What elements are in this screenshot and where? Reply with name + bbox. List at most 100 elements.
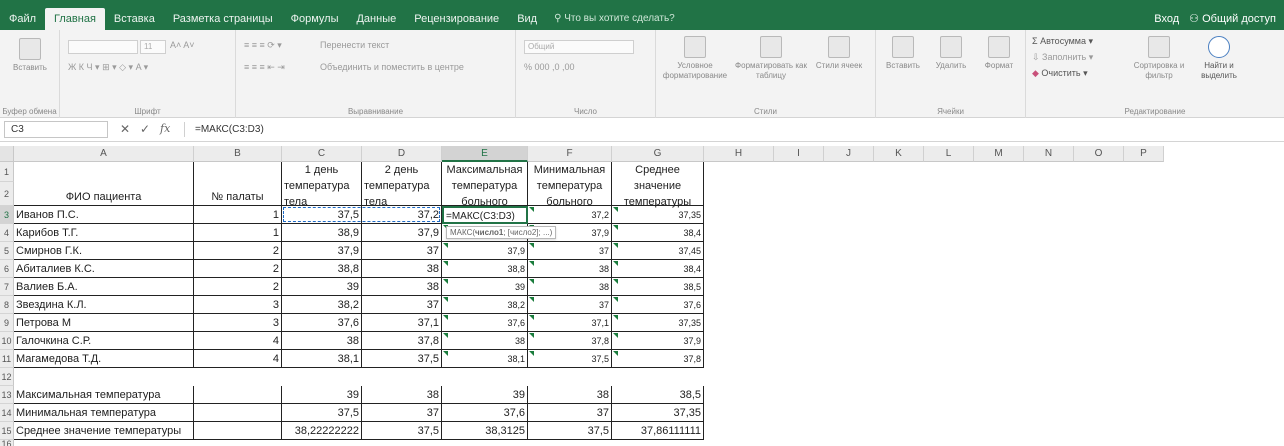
summary-label-cell[interactable]: Максимальная температура	[14, 386, 194, 404]
select-all-corner[interactable]	[0, 146, 14, 162]
font-size-select[interactable]: 11	[140, 40, 166, 54]
min-temp-cell[interactable]: 37	[528, 296, 612, 314]
ward-cell[interactable]: 4	[194, 332, 282, 350]
ward-cell[interactable]: 1	[194, 224, 282, 242]
column-header-d[interactable]: D	[362, 146, 442, 162]
day2-temp-cell[interactable]: 37	[362, 296, 442, 314]
sort-filter-button[interactable]: Сортировка и фильтр	[1130, 36, 1188, 81]
header-cell-f[interactable]: Минимальная температура больного	[528, 162, 612, 208]
summary-g-cell[interactable]: 37,35	[612, 404, 704, 422]
summary-empty-cell[interactable]	[194, 422, 282, 440]
day2-temp-cell[interactable]: 38	[362, 260, 442, 278]
summary-empty-cell[interactable]	[194, 404, 282, 422]
patient-name-cell[interactable]: Петрова М	[14, 314, 194, 332]
summary-g-cell[interactable]: 38,5	[612, 386, 704, 404]
row-header-7[interactable]: 7	[0, 278, 14, 296]
avg-temp-cell[interactable]: 37,9	[612, 332, 704, 350]
autosum-button[interactable]: Σ Автосумма ▾	[1032, 36, 1093, 47]
cancel-icon[interactable]: ✕	[120, 122, 130, 136]
day2-temp-cell[interactable]: 37,9	[362, 224, 442, 242]
day2-temp-cell[interactable]: 37,8	[362, 332, 442, 350]
max-temp-cell[interactable]: 38,8	[442, 260, 528, 278]
avg-temp-cell[interactable]: 37,45	[612, 242, 704, 260]
day1-temp-cell[interactable]: 37,9	[282, 242, 362, 260]
day1-temp-cell[interactable]: 39	[282, 278, 362, 296]
column-header-m[interactable]: M	[974, 146, 1024, 162]
row-header-11[interactable]: 11	[0, 350, 14, 368]
summary-e-cell[interactable]: 38,3125	[442, 422, 528, 440]
avg-temp-cell[interactable]: 37,8	[612, 350, 704, 368]
day2-temp-cell[interactable]: 37,1	[362, 314, 442, 332]
tell-me-search[interactable]: ⚲ Что вы хотите сделать?	[546, 8, 683, 30]
patient-name-cell[interactable]: Карибов Т.Г.	[14, 224, 194, 242]
column-header-l[interactable]: L	[924, 146, 974, 162]
format-as-table-button[interactable]: Форматировать как таблицу	[734, 36, 808, 81]
ward-cell[interactable]: 1	[194, 206, 282, 224]
header-cell-d[interactable]: 2 день температура тела	[362, 162, 442, 208]
summary-f-cell[interactable]: 37,5	[528, 422, 612, 440]
row-header-16[interactable]: 16	[0, 440, 14, 446]
align-top-buttons[interactable]: ≡ ≡ ≡ ⟳ ▾	[244, 40, 282, 51]
summary-d-cell[interactable]: 38	[362, 386, 442, 404]
max-temp-cell[interactable]: 38	[442, 332, 528, 350]
summary-d-cell[interactable]: 37	[362, 404, 442, 422]
patient-name-cell[interactable]: Галочкина С.Р.	[14, 332, 194, 350]
number-format-buttons[interactable]: % 000 ,0 ,00	[524, 62, 575, 72]
summary-empty-cell[interactable]	[194, 386, 282, 404]
font-name-select[interactable]	[68, 40, 138, 54]
header-cell-e[interactable]: Максимальная температура больного	[442, 162, 528, 208]
header-cell-b[interactable]: № палаты	[194, 162, 282, 206]
max-temp-cell[interactable]: 37,9	[442, 242, 528, 260]
font-size-buttons[interactable]: A˄ A˅	[170, 40, 195, 50]
name-box[interactable]: C3	[4, 121, 108, 138]
max-temp-cell[interactable]: 38,2	[442, 296, 528, 314]
avg-temp-cell[interactable]: 38,4	[612, 260, 704, 278]
day1-temp-cell[interactable]: 37,5	[282, 206, 362, 224]
ward-cell[interactable]: 3	[194, 296, 282, 314]
day2-temp-cell[interactable]: 37,2	[362, 206, 442, 224]
min-temp-cell[interactable]: 37,8	[528, 332, 612, 350]
column-header-i[interactable]: I	[774, 146, 824, 162]
number-format-select[interactable]: Общий	[524, 40, 634, 54]
ward-cell[interactable]: 3	[194, 314, 282, 332]
avg-temp-cell[interactable]: 38,4	[612, 224, 704, 242]
min-temp-cell[interactable]: 38	[528, 278, 612, 296]
align-horizontal-buttons[interactable]: ≡ ≡ ≡ ⇤ ⇥	[244, 62, 285, 73]
row-header-3[interactable]: 3	[0, 206, 14, 224]
worksheet-grid[interactable]: A B C D E F G H I J K L M N O P 1 2 3 4 5 6 7 8 9 10 11 12 13 14 15 16 Ф…	[0, 146, 1284, 446]
share-button[interactable]: ⚇ Общий доступ	[1189, 8, 1284, 30]
row-header-10[interactable]: 10	[0, 332, 14, 350]
ward-cell[interactable]: 2	[194, 242, 282, 260]
summary-g-cell[interactable]: 37,86111111	[612, 422, 704, 440]
avg-temp-cell[interactable]: 37,6	[612, 296, 704, 314]
row-header-14[interactable]: 14	[0, 404, 14, 422]
column-header-j[interactable]: J	[824, 146, 874, 162]
day1-temp-cell[interactable]: 38,2	[282, 296, 362, 314]
font-style-buttons[interactable]: Ж К Ч ▾ ⊞ ▾ ◇ ▾ A ▾	[68, 62, 148, 73]
cell-styles-button[interactable]: Стили ячеек	[812, 36, 866, 71]
column-header-e[interactable]: E	[442, 146, 528, 162]
delete-cells-button[interactable]: Удалить	[928, 36, 974, 71]
header-cell-c[interactable]: 1 день температура тела	[282, 162, 362, 208]
fill-button[interactable]: ⇩ Заполнить ▾	[1032, 52, 1093, 63]
column-header-p[interactable]: P	[1124, 146, 1164, 162]
tab-3[interactable]: Разметка страницы	[164, 8, 282, 30]
find-select-button[interactable]: Найти и выделить	[1190, 36, 1248, 81]
min-temp-cell[interactable]: 37,5	[528, 350, 612, 368]
day1-temp-cell[interactable]: 37,6	[282, 314, 362, 332]
min-temp-cell[interactable]: 37,2	[528, 206, 612, 224]
patient-name-cell[interactable]: Магамедова Т.Д.	[14, 350, 194, 368]
day2-temp-cell[interactable]: 38	[362, 278, 442, 296]
merge-center-button[interactable]: Объединить и поместить в центре	[320, 62, 464, 72]
row-header-13[interactable]: 13	[0, 386, 14, 404]
tab-6[interactable]: Рецензирование	[405, 8, 508, 30]
patient-name-cell[interactable]: Иванов П.С.	[14, 206, 194, 224]
column-header-a[interactable]: A	[14, 146, 194, 162]
tab-1[interactable]: Главная	[45, 8, 105, 30]
day1-temp-cell[interactable]: 38,9	[282, 224, 362, 242]
row-header-9[interactable]: 9	[0, 314, 14, 332]
summary-f-cell[interactable]: 38	[528, 386, 612, 404]
enter-icon[interactable]: ✓	[140, 122, 150, 136]
formula-input[interactable]: =МАКС(C3:D3)	[184, 122, 264, 137]
column-header-g[interactable]: G	[612, 146, 704, 162]
